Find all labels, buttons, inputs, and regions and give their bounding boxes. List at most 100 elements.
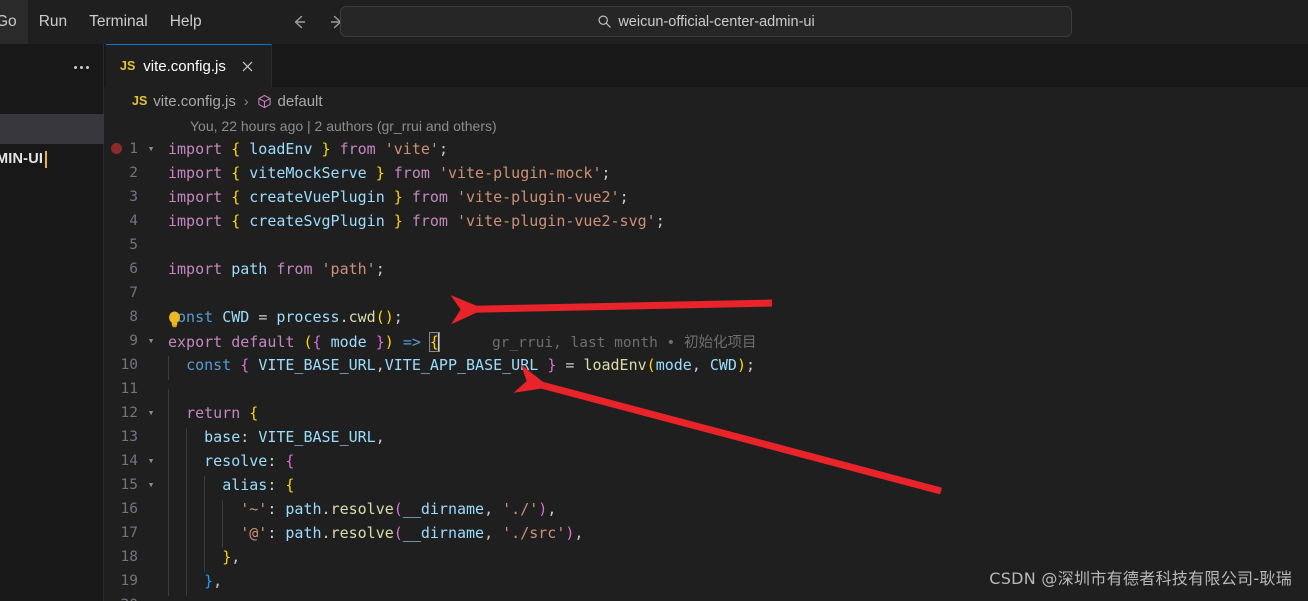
line-number: 10	[120, 357, 138, 373]
line-number: 13	[120, 429, 138, 445]
code-line[interactable]: 15 ▾ alias: {	[104, 473, 1308, 500]
editor-tab-bar: JS vite.config.js	[104, 44, 1308, 87]
git-blame-header: You, 22 hours ago | 2 authors (gr_rrui a…	[104, 115, 1308, 137]
code-line-text: import { createVuePlugin } from 'vite-pl…	[168, 188, 629, 206]
code-editor[interactable]: 1 ▾ import { loadEnv } from 'vite'; 2 im…	[104, 137, 1308, 601]
chevron-down-icon[interactable]: ▾	[144, 449, 158, 473]
editor-gutter[interactable]: 2	[104, 161, 162, 185]
chevron-down-icon[interactable]: ▾	[144, 329, 158, 353]
line-number: 12	[120, 405, 138, 421]
editor-gutter[interactable]: 17	[104, 521, 162, 545]
editor-gutter[interactable]: 18	[104, 545, 162, 569]
code-line[interactable]: 4 import { createSvgPlugin } from 'vite-…	[104, 209, 1308, 233]
menu-item-help[interactable]: Help	[159, 0, 213, 44]
line-number: 15	[120, 477, 138, 493]
code-line[interactable]: 10 const { VITE_BASE_URL,VITE_APP_BASE_U…	[104, 353, 1308, 380]
editor-gutter[interactable]: 4	[104, 209, 162, 233]
chevron-down-icon[interactable]: ▾	[144, 401, 158, 425]
code-line[interactable]: 17 '@': path.resolve(__dirname, './src')…	[104, 521, 1308, 548]
code-line[interactable]: 12 ▾ return {	[104, 401, 1308, 428]
breadcrumb-file[interactable]: vite.config.js	[153, 93, 236, 110]
line-number: 16	[120, 501, 138, 517]
menu-item-run[interactable]: Run	[28, 0, 78, 44]
code-line-text: export default ({ mode }) => {gr_rrui, l…	[168, 331, 757, 352]
command-center-search[interactable]: weicun-official-center-admin-ui	[340, 6, 1072, 37]
code-line[interactable]: 9 ▾ export default ({ mode }) => {gr_rru…	[104, 329, 1308, 353]
explorer-root-folder-label: MIN-UI	[0, 151, 44, 167]
editor-gutter[interactable]: 11	[104, 377, 162, 401]
line-number: 14	[120, 453, 138, 469]
editor-gutter[interactable]: 8	[104, 305, 162, 329]
line-number: 8	[129, 309, 138, 325]
line-number: 20	[121, 593, 138, 601]
line-number: 19	[120, 573, 138, 589]
editor-gutter[interactable]: 12 ▾	[104, 401, 162, 425]
line-number: 5	[129, 237, 138, 253]
code-line[interactable]: 6 import path from 'path';	[104, 257, 1308, 281]
breadcrumb: JS vite.config.js › default	[104, 87, 1308, 115]
code-line[interactable]: 2 import { viteMockServe } from 'vite-pl…	[104, 161, 1308, 185]
breadcrumb-symbol[interactable]: default	[278, 93, 323, 110]
code-line[interactable]: 16 '~': path.resolve(__dirname, './'),	[104, 497, 1308, 524]
code-line[interactable]: 11	[104, 377, 1308, 413]
code-line[interactable]: 20	[104, 593, 1308, 601]
code-line-text: },	[162, 572, 222, 596]
arrow-left-icon[interactable]	[287, 10, 311, 34]
close-icon[interactable]	[238, 56, 258, 76]
line-number: 7	[129, 285, 138, 301]
editor-gutter[interactable]: 10	[104, 353, 162, 377]
code-line-text: const CWD = process.cwd();	[162, 308, 403, 329]
editor-gutter[interactable]: 1 ▾	[104, 137, 162, 161]
inline-git-blame: gr_rrui, last month • 初始化项目	[491, 334, 757, 351]
line-number: 2	[129, 165, 138, 181]
explorer-root-folder[interactable]: MIN-UI	[0, 144, 104, 174]
code-line-text: const { VITE_BASE_URL,VITE_APP_BASE_URL …	[162, 356, 755, 380]
editor-gutter[interactable]: 7	[104, 281, 162, 305]
editor-gutter[interactable]: 5	[104, 233, 162, 257]
code-line[interactable]: 5	[104, 233, 1308, 257]
line-number: 1	[129, 141, 138, 157]
line-number: 17	[120, 525, 138, 541]
editor-gutter[interactable]: 19	[104, 569, 162, 593]
code-line-text: base: VITE_BASE_URL,	[162, 428, 385, 452]
code-line[interactable]: 14 ▾ resolve: {	[104, 449, 1308, 476]
line-number: 11	[120, 381, 138, 397]
code-line-text: '@': path.resolve(__dirname, './src'),	[162, 524, 583, 548]
code-line-text: '~': path.resolve(__dirname, './'),	[162, 500, 556, 524]
ellipsis-dot	[85, 65, 89, 69]
code-line[interactable]: 7	[104, 281, 1308, 305]
editor-gutter[interactable]: 3	[104, 185, 162, 209]
chevron-down-icon[interactable]: ▾	[144, 137, 158, 161]
explorer-row-selected[interactable]	[0, 114, 104, 144]
rename-caret	[45, 150, 48, 168]
code-line-text: import path from 'path';	[168, 260, 385, 278]
code-line-text: alias: {	[162, 476, 294, 500]
cube-icon	[257, 94, 272, 109]
code-line-text: resolve: {	[162, 452, 294, 476]
ellipsis-dot	[79, 65, 83, 69]
menu-item-go[interactable]: Go	[0, 0, 28, 44]
code-line[interactable]: 3 import { createVuePlugin } from 'vite-…	[104, 185, 1308, 209]
line-number: 4	[129, 213, 138, 229]
editor-gutter[interactable]: 9 ▾	[104, 329, 162, 353]
editor-gutter[interactable]: 14 ▾	[104, 449, 162, 473]
lightbulb-quickfix-icon[interactable]	[166, 310, 183, 329]
tab-vite-config-js[interactable]: JS vite.config.js	[106, 44, 272, 87]
code-line[interactable]: 1 ▾ import { loadEnv } from 'vite';	[104, 137, 1308, 161]
chevron-down-icon[interactable]: ▾	[144, 473, 158, 497]
vscode-window: Go Run Terminal Help weicun-official-cen…	[0, 0, 1308, 601]
code-line[interactable]: 8 const CWD = process.cwd();	[104, 305, 1308, 329]
editor-gutter[interactable]: 16	[104, 497, 162, 521]
editor-gutter[interactable]: 13	[104, 425, 162, 449]
editor-gutter[interactable]: 6	[104, 257, 162, 281]
ellipsis-icon[interactable]	[67, 56, 95, 78]
editor-gutter[interactable]: 20	[104, 593, 162, 601]
breakpoint-icon[interactable]	[111, 143, 122, 154]
menu-item-terminal[interactable]: Terminal	[78, 0, 159, 44]
code-line[interactable]: 13 base: VITE_BASE_URL,	[104, 425, 1308, 452]
js-file-icon: JS	[132, 94, 148, 108]
ellipsis-dot	[73, 65, 77, 69]
search-icon	[597, 14, 612, 29]
editor-gutter[interactable]: 15 ▾	[104, 473, 162, 497]
line-number: 6	[129, 261, 138, 277]
